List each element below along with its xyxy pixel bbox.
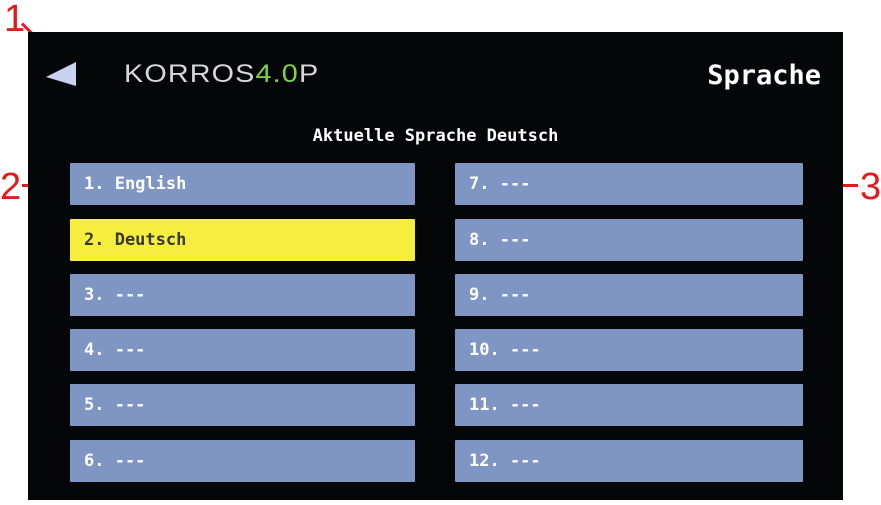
- callout-3: 3: [860, 166, 881, 208]
- language-button-7[interactable]: 7. ---: [455, 163, 803, 205]
- callout-2: 2: [0, 166, 22, 208]
- language-button-8[interactable]: 8. ---: [455, 219, 803, 261]
- device-screen: KORROS4.0P Sprache Aktuelle Sprache Deut…: [28, 32, 843, 500]
- language-button-5[interactable]: 5. ---: [70, 384, 415, 426]
- page-title: Sprache: [707, 60, 821, 91]
- language-button-2[interactable]: 2. Deutsch: [70, 219, 415, 261]
- language-button-12[interactable]: 12. ---: [455, 440, 803, 482]
- current-language-label: Aktuelle Sprache Deutsch: [312, 126, 559, 146]
- brand-logo: KORROS4.0P: [124, 60, 320, 88]
- language-button-1[interactable]: 1. English: [70, 163, 415, 205]
- language-button-10[interactable]: 10. ---: [455, 329, 803, 371]
- back-arrow-icon[interactable]: [46, 62, 80, 86]
- language-button-11[interactable]: 11. ---: [455, 384, 803, 426]
- language-button-9[interactable]: 9. ---: [455, 274, 803, 316]
- language-button-6[interactable]: 6. ---: [70, 440, 415, 482]
- callout-1: 1: [4, 0, 26, 40]
- language-button-3[interactable]: 3. ---: [70, 274, 415, 316]
- language-button-4[interactable]: 4. ---: [70, 329, 415, 371]
